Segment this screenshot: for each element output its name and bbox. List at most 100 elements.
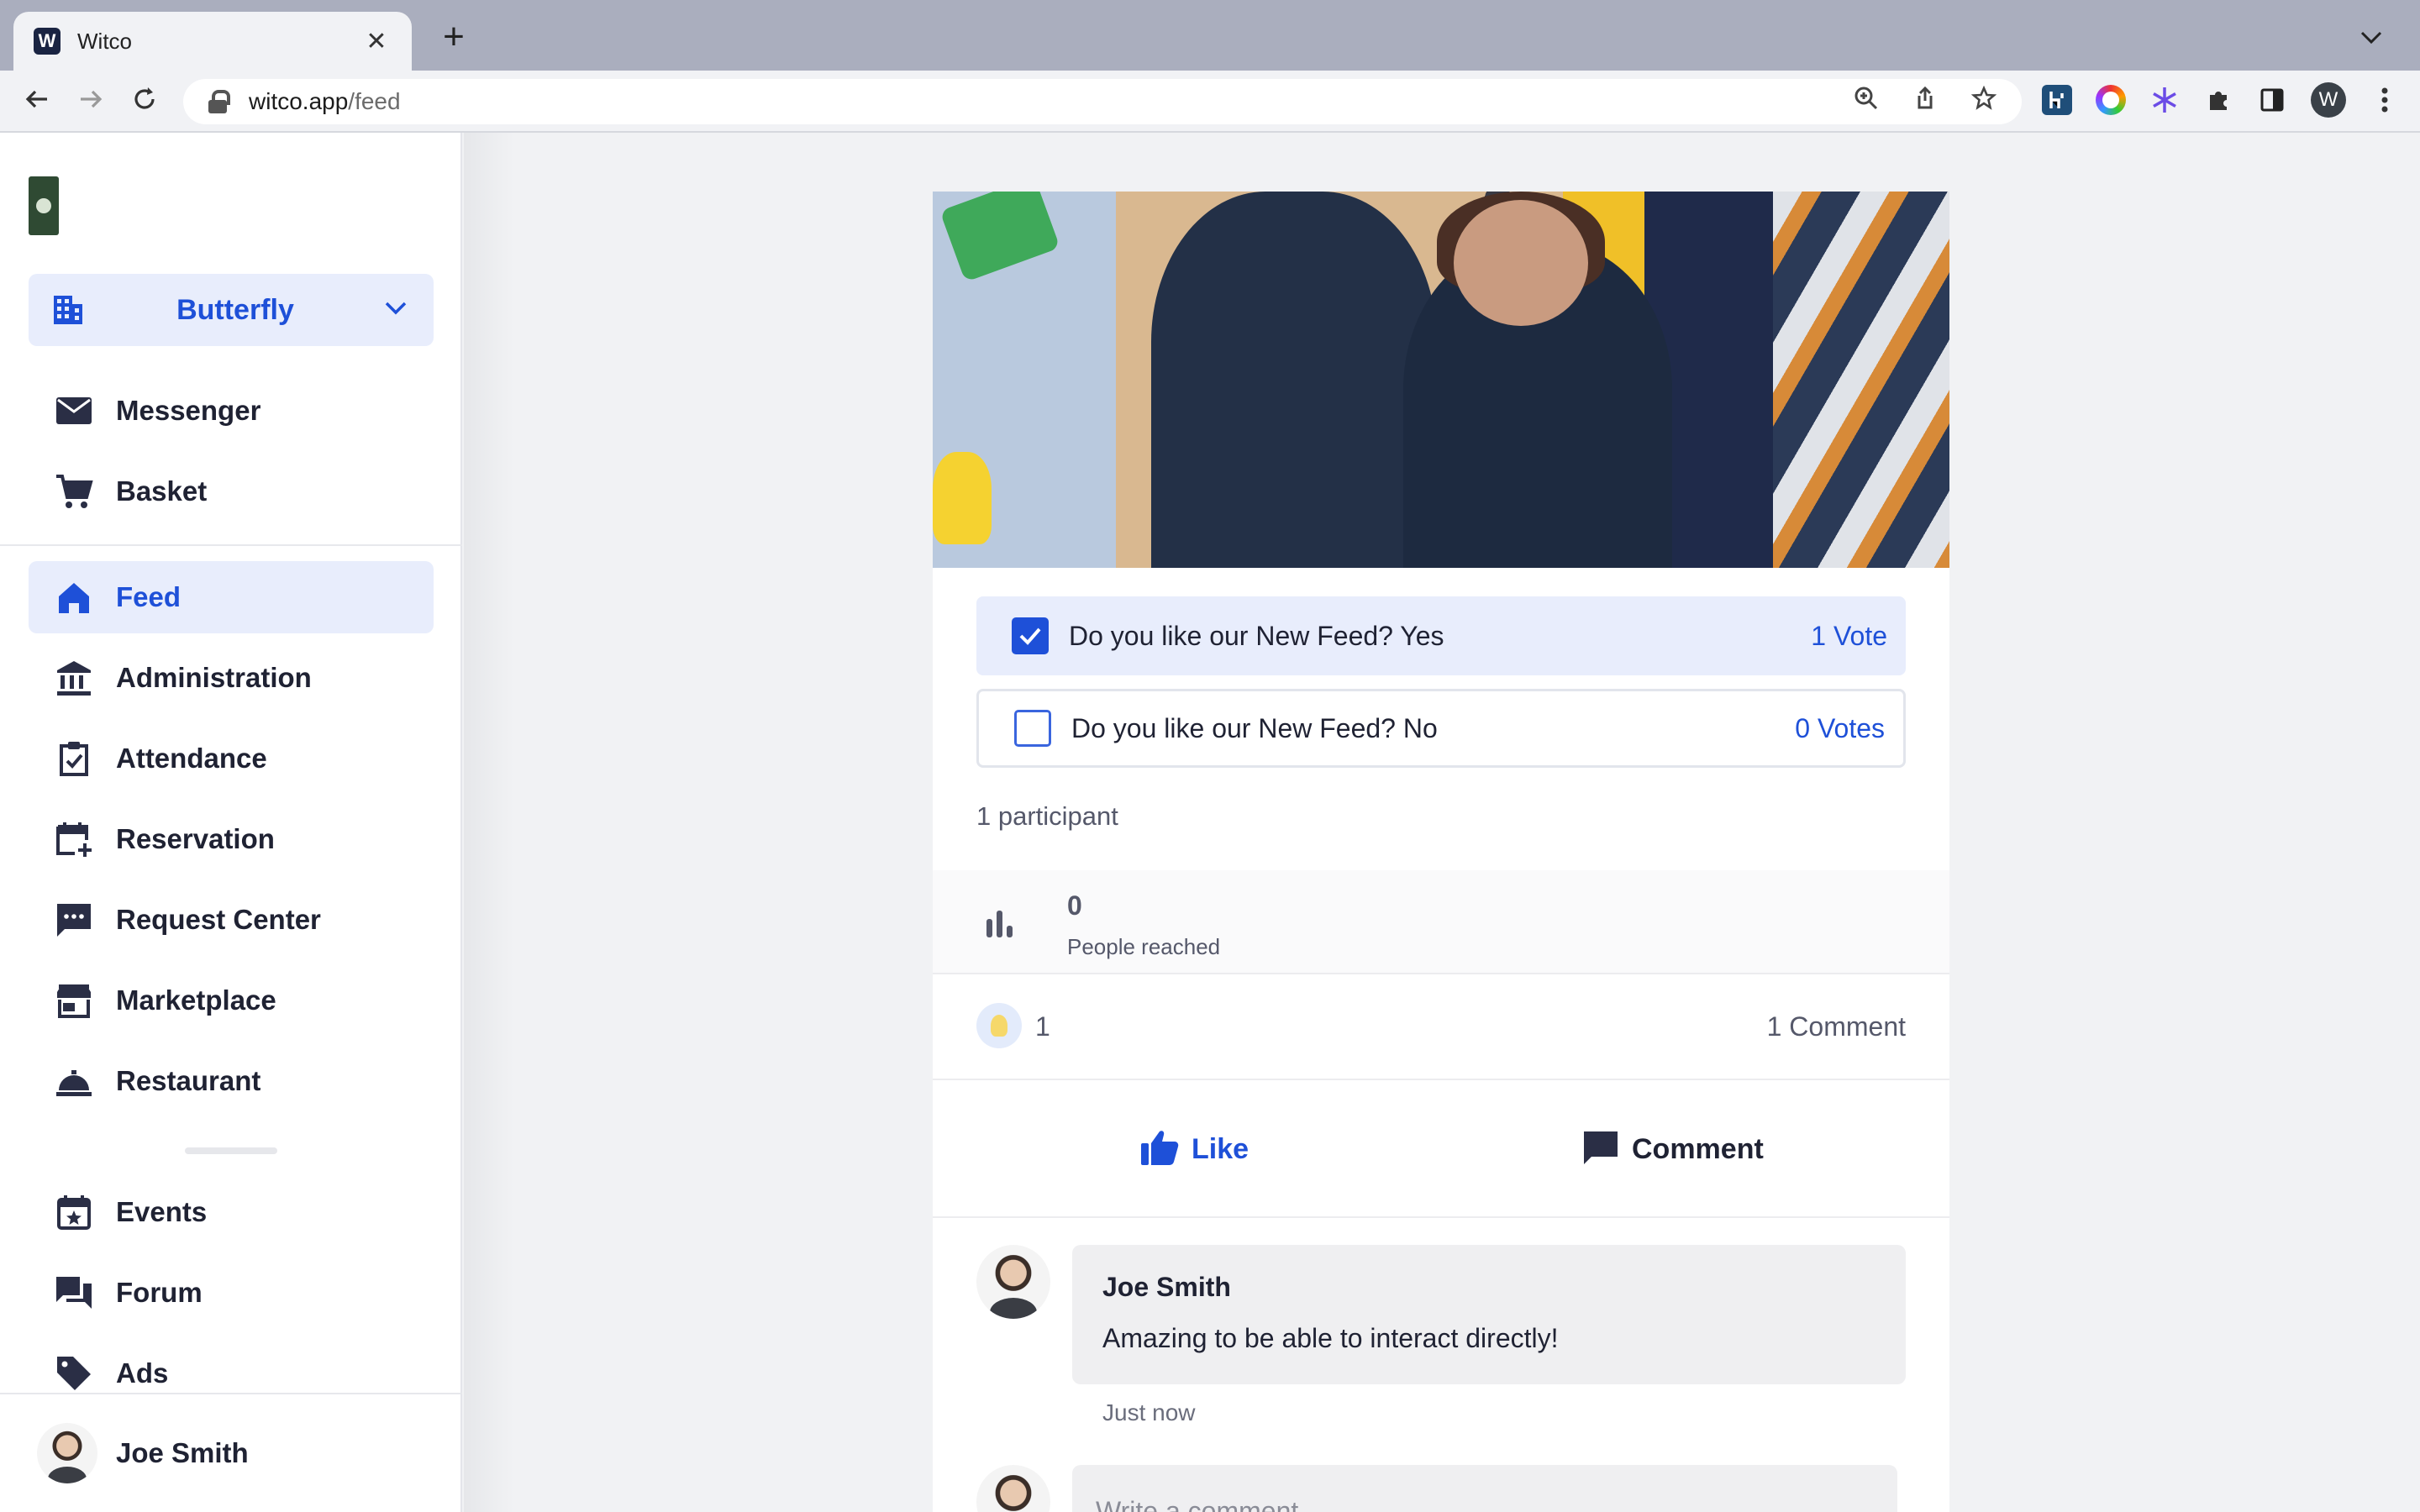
- poll-participants: 1 participant: [976, 801, 1118, 831]
- zoom-icon[interactable]: [1854, 86, 1879, 118]
- sidebar-item-feed[interactable]: Feed: [29, 561, 434, 633]
- browser-tab[interactable]: W Witco ✕: [13, 12, 412, 71]
- comment-author[interactable]: Joe Smith: [1102, 1272, 1876, 1303]
- browser-toolbar: witco.app/feed W: [0, 71, 2420, 133]
- commenter-avatar[interactable]: [976, 1245, 1050, 1319]
- like-label: Like: [1192, 1132, 1249, 1165]
- address-bar[interactable]: witco.app/feed: [183, 79, 2022, 124]
- sidebar-item-label: Messenger: [116, 395, 261, 426]
- post-actions: Like Comment: [933, 1082, 1949, 1218]
- reach-label: People reached: [1067, 934, 1221, 959]
- calendar-plus-icon: [54, 819, 94, 859]
- sidebar-item-reservation[interactable]: Reservation: [29, 803, 434, 875]
- sidebar-item-basket[interactable]: Basket: [29, 455, 434, 528]
- organization-logo[interactable]: [29, 176, 59, 235]
- sidebar-user-footer[interactable]: Joe Smith: [0, 1393, 462, 1512]
- tab-search-chevron-icon[interactable]: [2360, 25, 2383, 51]
- poll-option-label: Do you like our New Feed? Yes: [1069, 620, 1444, 651]
- witco-favicon-icon: W: [34, 28, 60, 55]
- tab-close-icon[interactable]: ✕: [361, 27, 392, 56]
- comment-input[interactable]: [1072, 1465, 1897, 1512]
- sidebar-item-label: Feed: [116, 581, 182, 612]
- sidebar-scroll-handle[interactable]: [185, 1147, 277, 1154]
- workspace-name: Butterfly: [176, 293, 294, 326]
- chevron-down-icon: [383, 300, 408, 321]
- sidebar-item-request-center[interactable]: Request Center: [29, 884, 434, 956]
- sidebar-item-label: Attendance: [116, 743, 267, 774]
- sidebar-item-label: Administration: [116, 662, 312, 693]
- reaction-summary: 1 1 Comment: [933, 976, 1949, 1080]
- reload-icon[interactable]: [126, 84, 163, 121]
- sidebar-item-attendance[interactable]: Attendance: [29, 722, 434, 795]
- poll-option-yes[interactable]: Do you like our New Feed? Yes 1 Vote: [976, 596, 1906, 675]
- photo-toy: [933, 452, 992, 544]
- comment-label: Comment: [1632, 1132, 1764, 1165]
- write-comment-row: [976, 1465, 1906, 1512]
- forward-arrow-icon[interactable]: [72, 84, 109, 121]
- profile-avatar[interactable]: W: [2311, 82, 2346, 118]
- comment-bubble-icon: [1581, 1128, 1620, 1171]
- extension-color-icon[interactable]: [2096, 85, 2126, 115]
- new-tab-button[interactable]: +: [437, 18, 471, 55]
- url-text[interactable]: witco.app/feed: [249, 88, 401, 115]
- current-user-avatar: [976, 1465, 1050, 1512]
- lock-icon[interactable]: [208, 90, 230, 113]
- cart-icon: [54, 471, 94, 512]
- photo-striped-sleeve: [1773, 192, 1949, 568]
- poll-option-no[interactable]: Do you like our New Feed? No 0 Votes: [976, 689, 1906, 768]
- sidebar-item-administration[interactable]: Administration: [29, 642, 434, 714]
- reaction-count[interactable]: 1: [1035, 1011, 1050, 1042]
- like-button[interactable]: Like: [1139, 1124, 1249, 1174]
- extensions-puzzle-icon[interactable]: [2203, 85, 2233, 115]
- store-icon: [54, 980, 94, 1021]
- footer-user-name: Joe Smith: [116, 1437, 249, 1468]
- side-panel-icon[interactable]: [2257, 85, 2287, 115]
- sidebar-item-restaurant[interactable]: Restaurant: [29, 1045, 434, 1117]
- sidebar-item-label: Restaurant: [116, 1065, 261, 1096]
- sidebar-item-label: Marketplace: [116, 984, 276, 1016]
- tab-title: Witco: [77, 28, 132, 54]
- back-arrow-icon[interactable]: [18, 84, 55, 121]
- poll-option-votes: 0 Votes: [1795, 712, 1885, 743]
- photo-shape: [939, 192, 1060, 282]
- mail-icon: [54, 391, 94, 431]
- checkbox-unchecked-icon[interactable]: [1014, 710, 1051, 747]
- extension-snowflake-icon[interactable]: [2149, 85, 2180, 115]
- sidebar-item-label: Basket: [116, 475, 208, 507]
- post-reach: 0 People reached: [933, 870, 1949, 974]
- lightbulb-reaction-icon[interactable]: [976, 1003, 1022, 1048]
- photo-person-left: [1151, 192, 1437, 568]
- chat-dots-icon: [54, 900, 94, 940]
- browser-tabbar: W Witco ✕ +: [0, 0, 2420, 71]
- poll-option-votes: 1 Vote: [1811, 620, 1887, 651]
- thumbs-up-icon: [1139, 1128, 1180, 1171]
- footer-user-avatar: [37, 1423, 97, 1483]
- post-image[interactable]: [933, 192, 1949, 568]
- building-icon: [49, 289, 87, 332]
- extension-h-icon[interactable]: [2042, 85, 2072, 115]
- sidebar-item-messenger[interactable]: Messenger: [29, 375, 434, 447]
- lightbulb-glyph: [991, 1015, 1007, 1037]
- address-bar-actions: [1854, 85, 1997, 118]
- home-icon: [54, 577, 94, 617]
- comment-count[interactable]: 1 Comment: [1767, 1011, 1906, 1042]
- feed-post-card: Do you like our New Feed? Yes 1 Vote Do …: [933, 192, 1949, 1512]
- poll-option-label: Do you like our New Feed? No: [1071, 712, 1438, 743]
- sidebar-item-forum[interactable]: Forum: [29, 1257, 434, 1329]
- url-host: witco.app: [249, 88, 349, 114]
- sidebar-item-events[interactable]: Events: [29, 1176, 434, 1248]
- bar-chart-icon: [983, 907, 1017, 941]
- bookmark-star-icon[interactable]: [1970, 85, 1997, 118]
- browser-menu-icon[interactable]: [2370, 85, 2400, 115]
- workspace-selector[interactable]: Butterfly: [29, 274, 434, 346]
- checkbox-checked-icon[interactable]: [1012, 617, 1049, 654]
- calendar-star-icon: [54, 1192, 94, 1232]
- share-icon[interactable]: [1912, 86, 1938, 118]
- reach-count: 0: [1067, 890, 1082, 921]
- comment-text: Amazing to be able to interact directly!: [1102, 1323, 1559, 1353]
- sidebar-item-label: Forum: [116, 1277, 203, 1308]
- sidebar-item-marketplace[interactable]: Marketplace: [29, 964, 434, 1037]
- comment-button[interactable]: Comment: [1581, 1124, 1764, 1174]
- bank-icon: [54, 658, 94, 698]
- comment-timestamp: Just now: [1102, 1399, 1196, 1425]
